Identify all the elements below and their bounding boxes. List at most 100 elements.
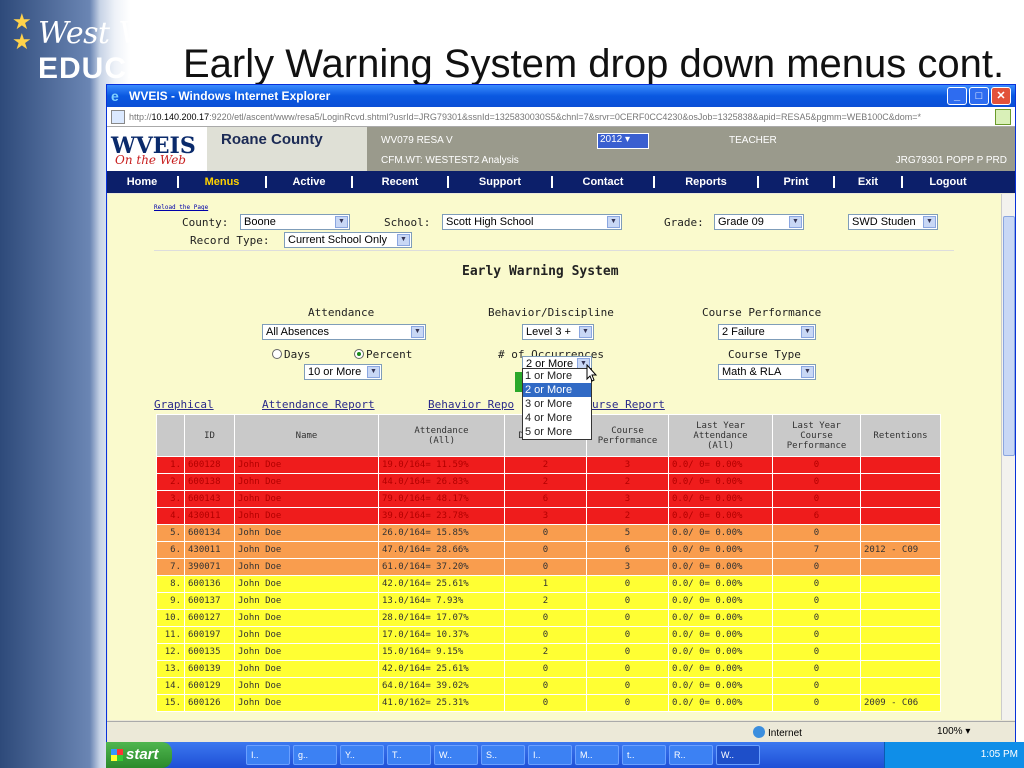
table-row[interactable]: 12. 600135 John Doe 15.0/164= 9.15% 2 0 0.0/ 0… bbox=[156, 643, 941, 661]
table-row[interactable]: 5. 600134 John Doe 26.0/164= 15.85% 0 5 0.0/ 0… bbox=[156, 524, 941, 542]
row-number: 11. bbox=[156, 626, 185, 644]
attendance-select[interactable]: All Absences ▼ bbox=[262, 324, 426, 340]
graphical-link[interactable]: Graphical bbox=[154, 398, 214, 411]
nav-exit[interactable]: Exit bbox=[835, 176, 903, 188]
days-radio[interactable]: Days bbox=[272, 348, 311, 361]
taskbar-item[interactable]: t.. bbox=[622, 745, 666, 765]
dropdown-option[interactable]: 3 or More bbox=[523, 397, 591, 411]
table-row[interactable]: 9. 600137 John Doe 13.0/164= 7.93% 2 0 0.0/ 0=… bbox=[156, 592, 941, 610]
address-host: 10.140.200.17 bbox=[151, 112, 210, 122]
dropdown-option[interactable]: 4 or More bbox=[523, 411, 591, 425]
course-report-link[interactable]: urse Report bbox=[592, 398, 665, 411]
students-table: ID Name Attendance (All) Discipline Cour… bbox=[156, 414, 941, 712]
zoom-control[interactable]: 100% ▾ bbox=[937, 726, 970, 737]
nav-active[interactable]: Active bbox=[267, 176, 353, 188]
percent-radio[interactable]: Percent bbox=[354, 348, 412, 361]
main-nav: Home Menus Active Recent Support Contact… bbox=[107, 171, 1015, 193]
table-row[interactable]: 7. 390071 John Doe 61.0/164= 37.20% 0 3 0.0/ 0… bbox=[156, 558, 941, 576]
table-row[interactable]: 10. 600127 John Doe 28.0/164= 17.07% 0 0 0.0/ … bbox=[156, 609, 941, 627]
nav-reports[interactable]: Reports bbox=[655, 176, 759, 188]
ly-course-value: 0 bbox=[772, 626, 861, 644]
student-id: 600137 bbox=[184, 592, 235, 610]
discipline-value: 3 bbox=[504, 507, 587, 525]
county-select[interactable]: Boone ▼ bbox=[240, 214, 350, 230]
start-button[interactable]: start bbox=[106, 742, 172, 768]
minimize-button[interactable]: _ bbox=[947, 87, 967, 105]
ly-attendance-value: 0.0/ 0= 0.00% bbox=[668, 694, 773, 712]
ly-attendance-value: 0.0/ 0= 0.00% bbox=[668, 507, 773, 525]
scrollbar-thumb[interactable] bbox=[1003, 216, 1015, 456]
course-performance-select[interactable]: 2 Failure ▼ bbox=[718, 324, 816, 340]
dropdown-option[interactable]: 2 or More bbox=[523, 383, 591, 397]
discipline-value: 6 bbox=[504, 490, 587, 508]
student-name: John Doe bbox=[234, 626, 379, 644]
taskbar-item[interactable]: R.. bbox=[669, 745, 713, 765]
student-id: 600136 bbox=[184, 575, 235, 593]
table-row[interactable]: 11. 600197 John Doe 17.0/164= 10.37% 0 0 0.0/ … bbox=[156, 626, 941, 644]
student-id: 600139 bbox=[184, 660, 235, 678]
maximize-button[interactable]: □ bbox=[969, 87, 989, 105]
browser-window: e WVEIS - Windows Internet Explorer _ □ … bbox=[106, 84, 1016, 744]
taskbar-item[interactable]: W.. bbox=[716, 745, 760, 765]
grade-select[interactable]: Grade 09 ▼ bbox=[714, 214, 804, 230]
student-name: John Doe bbox=[234, 524, 379, 542]
behavior-select[interactable]: Level 3 + ▼ bbox=[522, 324, 594, 340]
taskbar-item[interactable]: g.. bbox=[293, 745, 337, 765]
nav-support[interactable]: Support bbox=[449, 176, 553, 188]
address-bar[interactable]: http://10.140.200.17:9220/etl/ascent/www… bbox=[107, 107, 1015, 127]
table-row[interactable]: 15. 600126 John Doe 41.0/162= 25.31% 0 0 0.0/ … bbox=[156, 694, 941, 712]
status-zone: Internet bbox=[753, 726, 802, 739]
vertical-scrollbar[interactable] bbox=[1001, 194, 1015, 720]
taskbar-item[interactable]: W.. bbox=[434, 745, 478, 765]
attendance-value: 28.0/164= 17.07% bbox=[378, 609, 505, 627]
dropdown-option[interactable]: 5 or More bbox=[523, 425, 591, 439]
nav-contact[interactable]: Contact bbox=[553, 176, 655, 188]
taskbar-item[interactable]: S.. bbox=[481, 745, 525, 765]
retentions-value bbox=[860, 643, 941, 661]
table-row[interactable]: 8. 600136 John Doe 42.0/164= 25.61% 1 0 0.0/ 0… bbox=[156, 575, 941, 593]
record-type-label: Record Type: bbox=[190, 234, 270, 247]
table-row[interactable]: 13. 600139 John Doe 42.0/164= 25.61% 0 0 0.0/ … bbox=[156, 660, 941, 678]
course-type-select[interactable]: Math & RLA ▼ bbox=[718, 364, 816, 380]
taskbar-item[interactable]: M.. bbox=[575, 745, 619, 765]
nav-home[interactable]: Home bbox=[107, 176, 179, 188]
threshold-select[interactable]: 10 or More ▼ bbox=[304, 364, 382, 380]
chevron-down-icon: ▼ bbox=[801, 366, 814, 378]
close-button[interactable]: ✕ bbox=[991, 87, 1011, 105]
table-row[interactable]: 3. 600143 John Doe 79.0/164= 48.17% 6 3 0.0/ 0… bbox=[156, 490, 941, 508]
nav-print[interactable]: Print bbox=[759, 176, 835, 188]
table-row[interactable]: 14. 600129 John Doe 64.0/164= 39.02% 0 0 0.0/ … bbox=[156, 677, 941, 695]
school-select[interactable]: Scott High School ▼ bbox=[442, 214, 622, 230]
student-name: John Doe bbox=[234, 473, 379, 491]
attendance-report-link[interactable]: Attendance Report bbox=[262, 398, 375, 411]
reload-link[interactable]: Reload the Page bbox=[154, 204, 208, 211]
attendance-value: 47.0/164= 28.66% bbox=[378, 541, 505, 559]
taskbar-item[interactable]: T.. bbox=[387, 745, 431, 765]
taskbar-item[interactable]: Y.. bbox=[340, 745, 384, 765]
record-type-select[interactable]: Current School Only ▼ bbox=[284, 232, 412, 248]
table-row[interactable]: 2. 600138 John Doe 44.0/164= 26.83% 2 2 0.0/ 0… bbox=[156, 473, 941, 491]
table-row[interactable]: 4. 430011 John Doe 39.0/164= 23.78% 3 2 0.0/ 0… bbox=[156, 507, 941, 525]
swd-select[interactable]: SWD Studen ▼ bbox=[848, 214, 938, 230]
behavior-report-link[interactable]: Behavior Repo bbox=[428, 398, 514, 411]
table-row[interactable]: 1. 600128 John Doe 19.0/164= 11.59% 2 3 0.0/ 0… bbox=[156, 456, 941, 474]
percent-label: Percent bbox=[366, 348, 413, 361]
threshold-value: 10 or More bbox=[308, 366, 362, 378]
dropdown-option[interactable]: 1 or More bbox=[523, 369, 591, 383]
student-name: John Doe bbox=[234, 490, 379, 508]
nav-logout[interactable]: Logout bbox=[903, 176, 993, 188]
ly-attendance-value: 0.0/ 0= 0.00% bbox=[668, 626, 773, 644]
refresh-icon[interactable] bbox=[995, 109, 1011, 125]
window-titlebar[interactable]: e WVEIS - Windows Internet Explorer _ □ … bbox=[107, 85, 1015, 107]
ly-course-value: 6 bbox=[772, 507, 861, 525]
row-number: 2. bbox=[156, 473, 185, 491]
year-value: 2012 bbox=[600, 134, 623, 145]
table-row[interactable]: 6. 430011 John Doe 47.0/164= 28.66% 0 6 0.0/ 0… bbox=[156, 541, 941, 559]
year-select[interactable]: 2012 ▾ bbox=[597, 133, 649, 149]
clock: 1:05 PM bbox=[980, 749, 1018, 760]
taskbar-item[interactable]: I.. bbox=[528, 745, 572, 765]
days-label: Days bbox=[284, 348, 311, 361]
nav-recent[interactable]: Recent bbox=[353, 176, 449, 188]
taskbar-item[interactable]: I.. bbox=[246, 745, 290, 765]
nav-menus[interactable]: Menus bbox=[179, 176, 267, 188]
